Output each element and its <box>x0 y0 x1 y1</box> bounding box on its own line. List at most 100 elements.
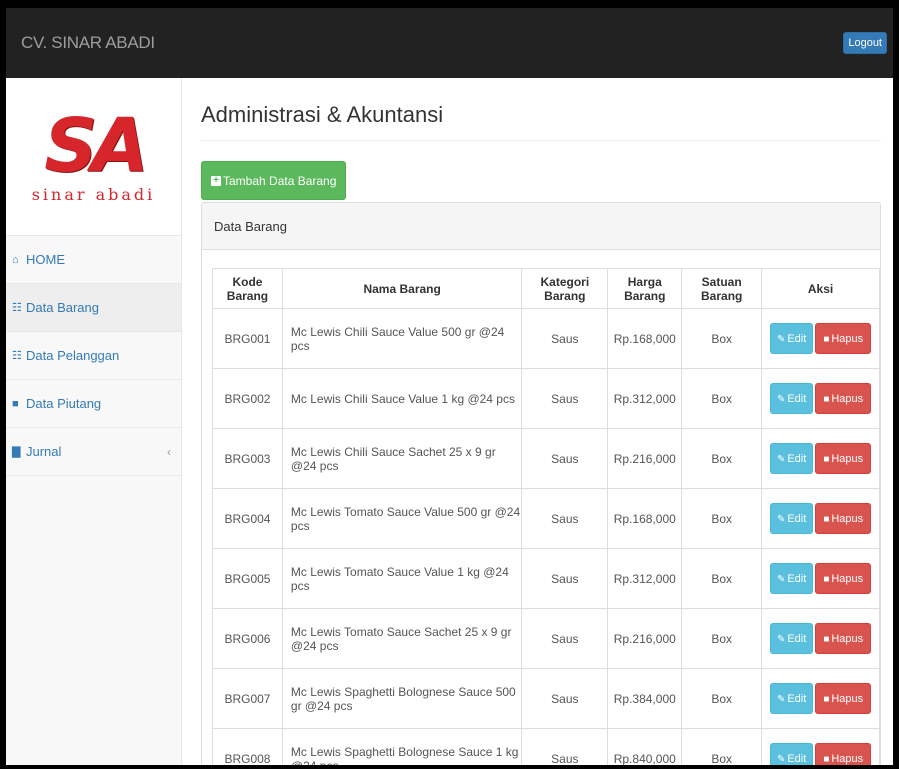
add-item-label: Tambah Data Barang <box>223 173 337 188</box>
delete-button[interactable]: ■ Hapus <box>815 443 872 474</box>
table-cell: BRG004 <box>212 488 283 549</box>
table-cell: BRG003 <box>212 428 283 489</box>
table-cell: Saus <box>521 728 609 765</box>
column-header: Kategori Barang <box>521 268 609 309</box>
table-cell: Box <box>681 668 763 729</box>
table-cell: Saus <box>521 548 609 609</box>
trash-icon: ■ <box>823 634 830 645</box>
column-header: Aksi <box>761 268 880 309</box>
logout-button[interactable]: Logout <box>843 32 887 54</box>
sidebar-item-data-piutang[interactable]: ■ Data Piutang <box>6 380 181 428</box>
delete-label: Hapus <box>831 753 864 765</box>
table-row: BRG001 Mc Lewis Chili Sauce Value 500 gr … <box>212 308 880 369</box>
delete-button[interactable]: ■ Hapus <box>815 683 872 714</box>
table-cell: BRG007 <box>212 668 283 729</box>
actions-cell: ✎ Edit ■ Hapus <box>761 368 880 429</box>
edit-button[interactable]: ✎ Edit <box>769 383 814 414</box>
edit-button[interactable]: ✎ Edit <box>769 623 814 654</box>
trash-icon: ■ <box>823 334 830 345</box>
table-cell: Mc Lewis Spaghetti Bolognese Sauce 500 g… <box>281 668 523 729</box>
panel-heading: Data Barang <box>202 203 880 250</box>
table-cell: Saus <box>521 308 609 369</box>
actions-cell: ✎ Edit ■ Hapus <box>761 548 880 609</box>
table-body: BRG001 Mc Lewis Chili Sauce Value 500 gr … <box>212 308 880 765</box>
table-cell: Mc Lewis Tomato Sauce Value 1 kg @24 pcs <box>281 548 523 609</box>
panel-body: Kode Barang Nama Barang Kategori Barang Har… <box>202 250 880 765</box>
sidebar-item-jurnal[interactable]: ▇ Jurnal ‹ <box>6 428 181 476</box>
trash-icon: ■ <box>823 694 830 705</box>
edit-label: Edit <box>787 453 807 465</box>
table-cell: Rp.216,000 <box>607 608 683 669</box>
table-row: BRG003 Mc Lewis Chili Sauce Sachet 25 x 9… <box>212 428 880 489</box>
sidebar: SA sinar abadi ⌂ HOME ☷ Data Barang ☷ Data Pe… <box>6 78 182 765</box>
edit-icon: ✎ <box>776 634 786 645</box>
sidebar-item-label: Jurnal <box>26 444 62 459</box>
table-cell: Mc Lewis Chili Sauce Value 500 gr @24 pc… <box>281 308 523 369</box>
table-cell: Saus <box>521 668 609 729</box>
home-icon: ⌂ <box>12 253 19 266</box>
chevron-left-icon: ‹ <box>167 444 171 459</box>
delete-button[interactable]: ■ Hapus <box>815 743 872 765</box>
edit-icon: ✎ <box>776 514 786 525</box>
edit-icon: ✎ <box>776 694 786 705</box>
plus-icon: + <box>211 175 221 186</box>
delete-label: Hapus <box>831 633 864 645</box>
table-cell: Saus <box>521 488 609 549</box>
page-title: Administrasi & Akuntansi <box>201 102 881 141</box>
bar-chart-icon: ▇ <box>12 446 21 458</box>
data-panel: Data Barang Kode Barang Nama Barang Katego… <box>201 202 881 765</box>
delete-label: Hapus <box>831 333 864 345</box>
delete-button[interactable]: ■ Hapus <box>815 623 872 654</box>
table-cell: Box <box>681 488 763 549</box>
edit-icon: ✎ <box>776 574 786 585</box>
delete-label: Hapus <box>831 573 864 585</box>
sidebar-nav: ⌂ HOME ☷ Data Barang ☷ Data Pelanggan ■ Data Pi… <box>6 236 181 476</box>
table-row: BRG002 Mc Lewis Chili Sauce Value 1 kg @2… <box>212 368 880 429</box>
edit-button[interactable]: ✎ Edit <box>769 443 814 474</box>
delete-button[interactable]: ■ Hapus <box>815 503 872 534</box>
edit-button[interactable]: ✎ Edit <box>769 743 814 765</box>
edit-button[interactable]: ✎ Edit <box>769 563 814 594</box>
add-item-button[interactable]: + Tambah Data Barang <box>201 161 347 200</box>
company-logo: SA sinar abadi <box>6 78 181 236</box>
delete-label: Hapus <box>831 513 864 525</box>
table-cell: Mc Lewis Spaghetti Bolognese Sauce 1 kg … <box>281 728 523 765</box>
trash-icon: ■ <box>823 514 830 525</box>
edit-label: Edit <box>787 573 807 585</box>
delete-button[interactable]: ■ Hapus <box>815 563 872 594</box>
navbar-brand[interactable]: CV. SINAR ABADI <box>21 33 155 53</box>
column-header: Satuan Barang <box>681 268 763 309</box>
table-cell: Box <box>681 428 763 489</box>
file-icon: ☷ <box>12 302 22 314</box>
table-cell: Mc Lewis Chili Sauce Value 1 kg @24 pcs <box>281 368 523 429</box>
table-cell: Saus <box>521 608 609 669</box>
table-cell: BRG006 <box>212 608 283 669</box>
edit-button[interactable]: ✎ Edit <box>769 503 814 534</box>
trash-icon: ■ <box>823 394 830 405</box>
edit-label: Edit <box>787 333 807 345</box>
table-cell: BRG002 <box>212 368 283 429</box>
edit-button[interactable]: ✎ Edit <box>769 323 814 354</box>
sidebar-item-data-barang[interactable]: ☷ Data Barang <box>6 284 181 332</box>
actions-cell: ✎ Edit ■ Hapus <box>761 428 880 489</box>
delete-button[interactable]: ■ Hapus <box>815 383 872 414</box>
table-cell: Mc Lewis Chili Sauce Sachet 25 x 9 gr @2… <box>281 428 523 489</box>
sidebar-item-home[interactable]: ⌂ HOME <box>6 236 181 284</box>
actions-cell: ✎ Edit ■ Hapus <box>761 728 880 765</box>
edit-button[interactable]: ✎ Edit <box>769 683 814 714</box>
edit-icon: ✎ <box>776 334 786 345</box>
table-row: BRG008 Mc Lewis Spaghetti Bolognese Sauce… <box>212 728 880 765</box>
sidebar-item-data-pelanggan[interactable]: ☷ Data Pelanggan <box>6 332 181 380</box>
app-window: CV. SINAR ABADI Logout SA sinar abadi ⌂ H… <box>0 0 899 769</box>
table-cell: Mc Lewis Tomato Sauce Value 500 gr @24 p… <box>281 488 523 549</box>
delete-label: Hapus <box>831 393 864 405</box>
delete-button[interactable]: ■ Hapus <box>815 323 872 354</box>
table-cell: Box <box>681 608 763 669</box>
table-row: BRG006 Mc Lewis Tomato Sauce Sachet 25 x … <box>212 608 880 669</box>
table-header-row: Kode Barang Nama Barang Kategori Barang Har… <box>212 268 880 309</box>
table-cell: Box <box>681 368 763 429</box>
items-table: Kode Barang Nama Barang Kategori Barang Har… <box>212 268 880 765</box>
table-row: BRG004 Mc Lewis Tomato Sauce Value 500 gr… <box>212 488 880 549</box>
column-header: Nama Barang <box>281 268 523 309</box>
table-row: BRG005 Mc Lewis Tomato Sauce Value 1 kg @… <box>212 548 880 609</box>
